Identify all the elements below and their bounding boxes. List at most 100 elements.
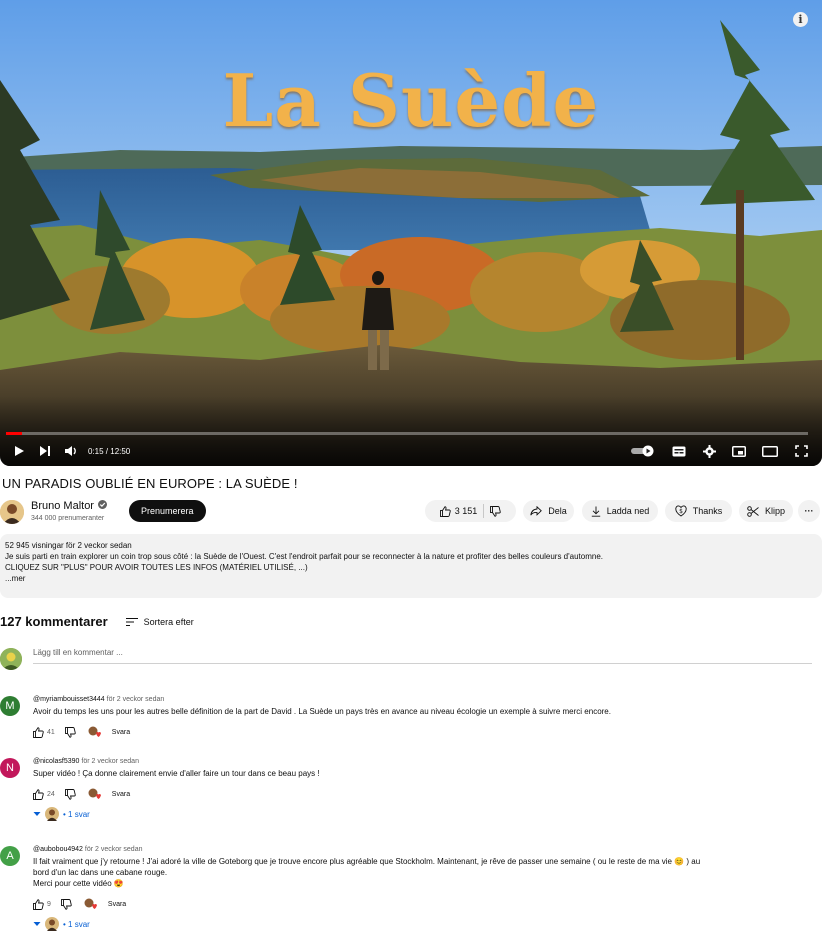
chevron-down-icon [33,812,41,816]
clip-button[interactable]: Klipp [739,500,793,522]
comment-text: Super vidéo ! Ça donne clairement envie … [33,769,320,778]
volume-icon[interactable] [64,444,78,458]
comments-header: 127 kommentarer Sortera efter [0,614,194,629]
video-title: UN PARADIS OUBLIÉ EN EUROPE : LA SUÈDE ! [2,476,298,491]
view-replies-button[interactable]: • 1 svar [33,917,812,931]
share-button[interactable]: Dela [523,500,574,522]
subscriber-count: 344 000 prenumeranter [31,515,105,522]
dislike-button[interactable] [490,505,501,517]
comment-time: för 2 veckor sedan [106,696,165,703]
reply-button[interactable]: Svara [112,791,130,798]
scissors-icon [747,505,759,517]
sort-button[interactable]: Sortera efter [125,616,194,627]
description-line-2: CLIQUEZ SUR "PLUS" POUR AVOIR TOUTES LES… [5,563,308,572]
reply-button[interactable]: Svara [112,729,130,736]
channel-avatar[interactable] [0,500,24,524]
creator-avatar-icon [45,807,59,821]
channel-name[interactable]: Bruno Maltor [31,500,94,512]
comment-like-count: 41 [47,728,55,736]
thanks-label: Thanks [692,506,723,516]
thumbs-down-icon[interactable] [64,788,76,800]
thanks-icon: $ [675,505,687,517]
settings-icon[interactable] [702,444,716,458]
comment-text: Avoir du temps les uns pour les autres b… [33,707,611,716]
description-more[interactable]: ...mer [5,573,817,584]
theater-icon[interactable] [762,444,778,458]
creator-heart-icon [88,726,102,738]
miniplayer-icon[interactable] [732,444,746,458]
subtitles-icon[interactable] [672,444,686,458]
comment-like-count: 24 [47,790,55,798]
comment-author[interactable]: @aubobou4942 [33,846,83,853]
comment-actions: 9 Svara [33,897,812,911]
comment-time: för 2 veckor sedan [81,758,139,765]
thumbs-up-icon [439,505,451,517]
comment-text-line: Il fait vraiment que j'y retourne ! J'ai… [33,857,701,866]
next-icon[interactable] [38,444,52,458]
comment-avatar[interactable]: M [0,696,20,716]
thumbs-up-icon[interactable] [33,898,44,910]
comment-item: M @myriambouisset3444 för 2 veckor sedan… [0,696,812,746]
fullscreen-icon[interactable] [794,444,808,458]
channel-row: Bruno Maltor 344 000 prenumeranter Prenu… [0,497,822,527]
user-avatar [0,648,22,670]
chevron-down-icon [33,922,41,926]
comment-author[interactable]: @myriambouisset3444 [33,696,105,703]
progress-bar[interactable] [6,432,808,435]
comment-actions: 41 Svara [33,725,812,739]
video-player[interactable]: La Suède i 0:15 / 12:50 [0,0,822,466]
download-button[interactable]: Ladda ned [582,500,658,522]
creator-heart-icon [88,788,102,800]
video-overlay-title: La Suède [222,58,600,143]
comment-item: N @nicolasf5390 för 2 veckor sedan Super… [0,758,812,830]
comment-like-count: 9 [47,900,51,908]
creator-heart-icon [84,898,98,910]
sort-label: Sortera efter [143,616,194,627]
comment-meta: @nicolasf5390 för 2 veckor sedan [33,758,812,765]
description-line-1: Je suis parti en train explorer un coin … [5,552,603,561]
share-icon [530,506,543,516]
comment-author[interactable]: @nicolasf5390 [33,758,79,765]
autoplay-toggle[interactable] [630,444,656,458]
download-icon [591,506,600,517]
view-replies-button[interactable]: • 1 svar [33,807,812,821]
play-icon[interactable] [12,444,26,458]
view-count-date: 52 945 visningar för 2 veckor sedan [5,541,132,550]
progress-played [6,432,23,435]
clip-label: Klipp [764,506,785,516]
channel-name-wrap[interactable]: Bruno Maltor [31,500,107,512]
creator-avatar-icon [45,917,59,931]
thumbs-down-icon [490,505,501,517]
thumbs-up-icon[interactable] [33,726,44,738]
time-display: 0:15 / 12:50 [88,446,131,456]
comment-avatar[interactable]: N [0,758,20,778]
reply-button[interactable]: Svara [108,901,126,908]
comment-text-line: bord d'un lac dans une cabane rouge. [33,868,168,877]
verified-icon [97,500,107,512]
thumbs-down-icon[interactable] [60,898,72,910]
thumbs-down-icon[interactable] [64,726,76,738]
comment-actions: 24 Svara [33,787,812,801]
like-button[interactable]: 3 151 [439,505,478,517]
more-actions-button[interactable]: ··· [798,500,820,522]
info-icon[interactable]: i [793,12,808,27]
add-comment-input[interactable]: Lägg till en kommentar ... [33,648,812,664]
like-dislike-group: 3 151 [425,500,516,522]
comment-time: för 2 veckor sedan [84,846,143,853]
comment-text-line: Merci pour cette vidéo 😍 [33,879,124,888]
replies-count: • 1 svar [63,809,90,819]
comment-avatar[interactable]: A [0,846,20,866]
subscribe-button[interactable]: Prenumerera [129,500,206,522]
replies-count: • 1 svar [63,919,90,929]
like-divider [483,504,485,518]
comment-meta: @myriambouisset3444 för 2 veckor sedan [33,696,812,703]
player-controls: 0:15 / 12:50 [0,440,822,462]
add-comment-row: Lägg till en kommentar ... [0,648,812,670]
description-box[interactable]: 52 945 visningar för 2 veckor sedan Je s… [0,534,822,598]
thumbs-up-icon[interactable] [33,788,44,800]
comments-count: 127 kommentarer [0,614,108,629]
like-count: 3 151 [454,506,478,516]
thanks-button[interactable]: $ Thanks [665,500,732,522]
svg-text:$: $ [679,508,683,515]
comment-item: A @aubobou4942 för 2 veckor sedan Il fai… [0,846,812,942]
